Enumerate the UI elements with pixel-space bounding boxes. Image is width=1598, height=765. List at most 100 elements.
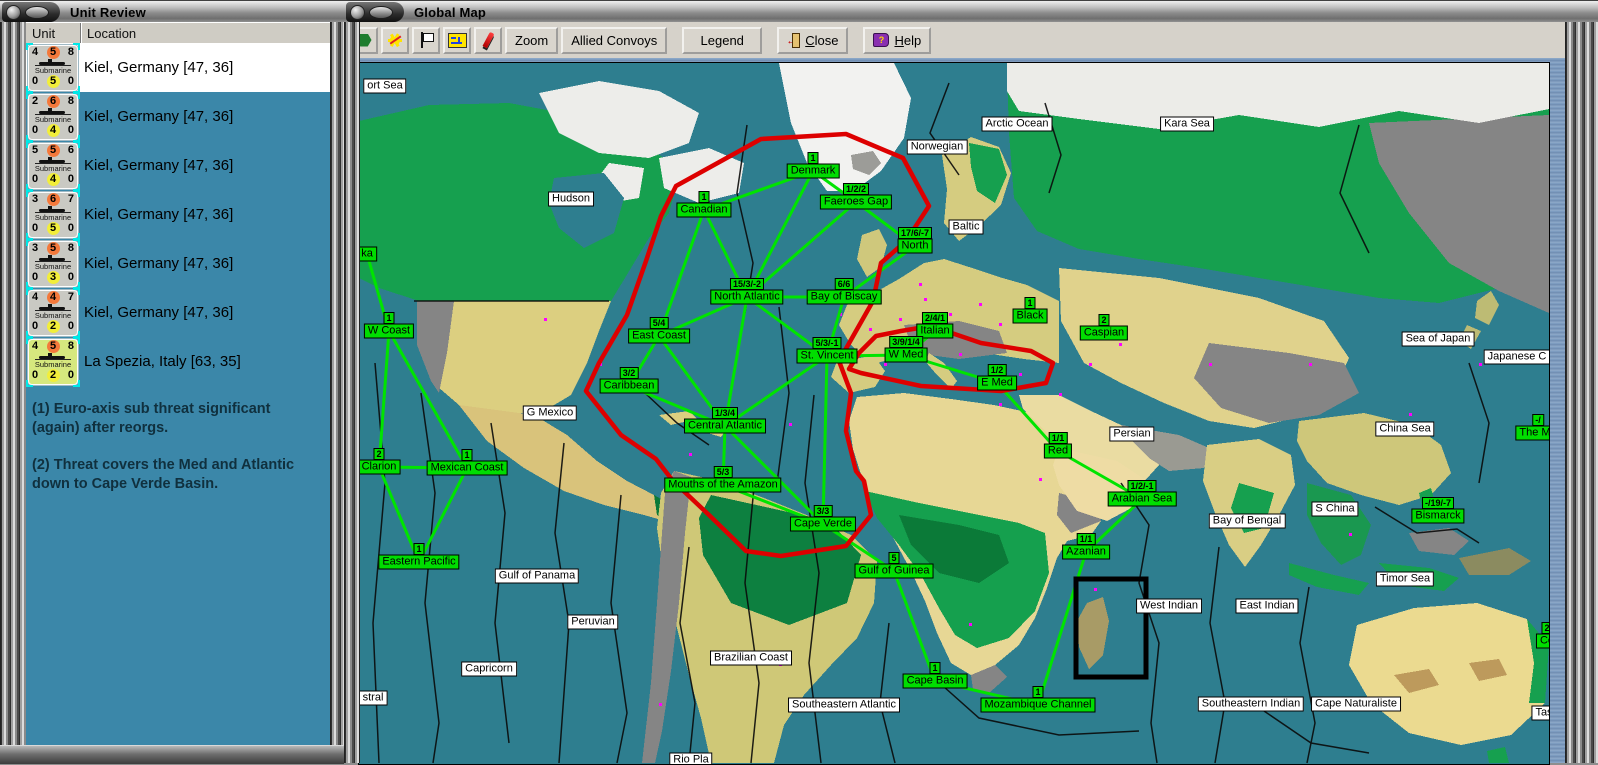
sea-zone-label[interactable]: East Coast [628, 329, 690, 344]
sea-zone-badge: 5/4 [650, 317, 669, 329]
unit-stat: 6 [47, 95, 60, 108]
sea-zone-badge: 2 [373, 448, 384, 460]
sea-name-label: Persian [1109, 427, 1154, 442]
window-menu-knob[interactable] [346, 2, 404, 22]
sea-zone-label[interactable]: The Ma [1515, 426, 1550, 441]
world-map[interactable]: ort SeaHudsonNorwegianArctic OceanKara S… [358, 62, 1550, 765]
unit-row[interactable]: 458Submarine020 La Spezia, Italy [63, 35] [26, 337, 330, 386]
unit-type-label: Submarine [29, 360, 77, 369]
unit-review-titlebar[interactable]: Unit Review [0, 0, 344, 24]
unit-location: Kiel, Germany [47, 36] [84, 157, 233, 174]
sea-zone-badge: 5/3 [714, 466, 733, 478]
submarine-icon [35, 157, 71, 164]
sea-zone-label[interactable]: E Med [977, 376, 1017, 391]
global-map-titlebar[interactable]: Global Map [344, 0, 1598, 24]
unit-counter[interactable]: 358Submarine030 [28, 241, 78, 287]
sea-zone-label[interactable]: Bismarck [1411, 509, 1464, 524]
unit-review-body: 458Submarine050 Kiel, Germany [47, 36] 268… [26, 43, 330, 745]
unit-row[interactable]: 358Submarine030Kiel, Germany [47, 36] [26, 239, 330, 288]
sea-zone-label[interactable]: St. Vincent [797, 349, 858, 364]
sea-name-label: Peruvian [567, 615, 618, 630]
marker-button[interactable] [474, 27, 502, 54]
sea-zone-label[interactable]: Mexican Coast [427, 461, 508, 476]
sea-zone-badge: 1 [413, 543, 424, 555]
marker-icon [482, 32, 494, 48]
unit-counter[interactable]: 458Submarine050 [28, 45, 78, 91]
combat-flash-button[interactable] [381, 27, 409, 54]
unit-counter[interactable]: 447Submarine020 [28, 290, 78, 336]
sea-zone-label[interactable]: Denmark [787, 164, 840, 179]
sea-zone-label[interactable]: Mozambique Channel [980, 698, 1095, 713]
sea-name-label: stral [359, 691, 388, 706]
sea-zone-label[interactable]: Azanian [1062, 545, 1110, 560]
flag-button[interactable] [412, 27, 440, 54]
sea-zone-label[interactable]: W Coast [364, 324, 414, 339]
sea-zone-label[interactable]: W Med [885, 348, 928, 363]
sea-zone-badge: 5/3/-1 [812, 337, 841, 349]
unit-stat: 4 [47, 124, 60, 137]
help-button[interactable]: ? Help [863, 27, 931, 54]
unit-table-header: Unit Location [26, 22, 330, 45]
column-header-location[interactable]: Location [81, 23, 140, 44]
zoom-button[interactable]: Zoom [505, 27, 558, 54]
counter-button[interactable] [443, 27, 471, 54]
unit-counter[interactable]: 367Submarine050 [28, 192, 78, 238]
unit-location: La Spezia, Italy [63, 35] [84, 353, 241, 370]
sea-zone-badge: 1 [1032, 686, 1043, 698]
unit-stat: 2 [47, 320, 60, 333]
sea-zone-label[interactable]: ka [358, 247, 377, 262]
unit-stat: 6 [47, 193, 60, 206]
sea-name-label: Norwegian [907, 140, 968, 155]
sea-zone-label[interactable]: North Atlantic [710, 290, 783, 305]
sea-name-label: Southeastern Atlantic [788, 698, 900, 713]
unit-counter[interactable]: 556Submarine040 [28, 143, 78, 189]
map-toolbar: Zoom Allied Convoys Legend ← Close ? Hel… [344, 22, 1598, 59]
sea-name-label: Kara Sea [1160, 117, 1214, 132]
sea-zone-label[interactable]: Faeroes Gap [820, 195, 892, 210]
unit-counter[interactable]: 268Submarine040 [28, 94, 78, 140]
help-button-label: Help [894, 33, 921, 48]
unit-row[interactable]: 556Submarine040 Kiel, Germany [47, 36] [26, 141, 330, 190]
sea-zone-badge: 1/3/4 [712, 407, 738, 419]
column-header-unit[interactable]: Unit [26, 23, 81, 44]
window-menu-knob[interactable] [2, 2, 60, 22]
unit-review-left-frame [0, 22, 28, 763]
allied-convoys-button[interactable]: Allied Convoys [561, 27, 667, 54]
unit-location: Kiel, Germany [47, 36] [84, 59, 233, 76]
sea-zone-label[interactable]: Cape Basin [903, 674, 968, 689]
sea-zone-label[interactable]: Mouths of the Amazon [664, 478, 781, 493]
sea-zone-badge: 3/2 [620, 367, 639, 379]
unit-row[interactable]: 447Submarine020 Kiel, Germany [47, 36] [26, 288, 330, 337]
unit-type-label: Submarine [29, 66, 77, 75]
screw-icon [6, 5, 21, 20]
sea-zone-label[interactable]: North [898, 239, 933, 254]
sea-zone-label[interactable]: Co [1536, 634, 1550, 649]
sea-name-label: Sea of Japan [1402, 332, 1475, 347]
sea-zone-label[interactable]: Canadian [676, 203, 731, 218]
sea-zone-label[interactable]: Gulf of Guinea [855, 564, 934, 579]
unit-row[interactable]: 367Submarine050Kiel, Germany [47, 36] [26, 190, 330, 239]
sea-zone-badge: 15/3/-2 [730, 278, 764, 290]
unit-counter[interactable]: 458Submarine020 [28, 339, 78, 385]
sea-zone-label[interactable]: Cape Verde [790, 517, 856, 532]
sea-zone-label[interactable]: Red [1044, 444, 1072, 459]
close-button[interactable]: ← Close [777, 27, 848, 54]
legend-button[interactable]: Legend [682, 27, 762, 54]
unit-row[interactable]: 458Submarine050 Kiel, Germany [47, 36] [26, 43, 330, 92]
sea-name-label: Arctic Ocean [982, 117, 1053, 132]
note-2: (2) Threat covers the Med and Atlantic d… [32, 456, 322, 494]
sea-zone-label[interactable]: Black [1013, 309, 1048, 324]
sea-zone-label[interactable]: Caspian [1080, 326, 1128, 341]
sea-zone-label[interactable]: Bay of Biscay [807, 290, 882, 305]
sea-zone-label[interactable]: Central Atlantic [684, 419, 766, 434]
sea-zone-label[interactable]: Arabian Sea [1108, 492, 1177, 507]
sea-zone-badge: 1 [383, 312, 394, 324]
unit-row[interactable]: 268Submarine040Kiel, Germany [47, 36] [26, 92, 330, 141]
global-map-right-frame [1565, 22, 1598, 763]
submarine-icon [35, 255, 71, 262]
sea-zone-label[interactable]: Caribbean [600, 379, 659, 394]
unit-location: Kiel, Germany [47, 36] [84, 304, 233, 321]
lever-icon [25, 6, 49, 19]
sea-zone-label[interactable]: Clarion [358, 460, 400, 475]
sea-zone-label[interactable]: Eastern Pacific [378, 555, 459, 570]
